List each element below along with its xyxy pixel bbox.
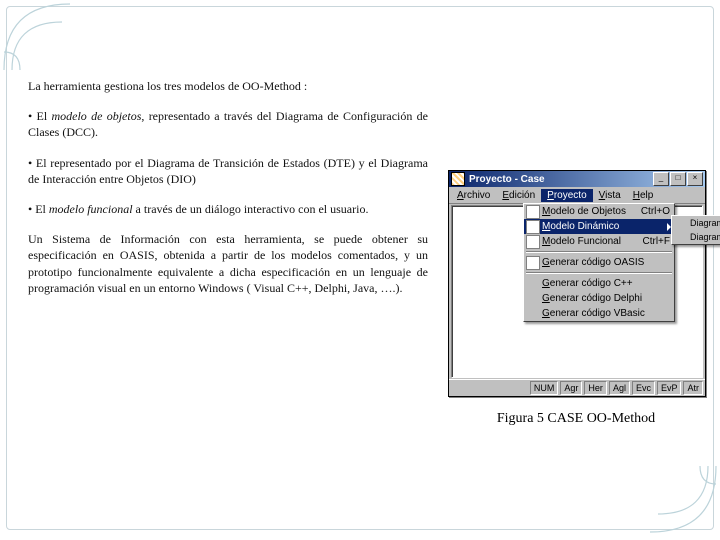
figure: Proyecto - Case _ □ × ArchivoEdiciónProy… [448,170,704,427]
app-icon [451,172,465,186]
menu-item[interactable]: Generar código C++ [524,276,674,291]
menu-proyecto[interactable]: Proyecto [541,189,592,202]
titlebar: Proyecto - Case _ □ × [449,171,705,187]
menubar: ArchivoEdiciónProyectoVistaHelp [449,187,705,204]
menu-separator [526,272,672,274]
app-window: Proyecto - Case _ □ × ArchivoEdiciónProy… [448,170,706,397]
submenu: Diagrama Transición EstadosCtrl+EDiagram… [671,215,720,245]
close-button[interactable]: × [687,172,703,186]
status-pane: EvP [657,381,682,395]
menu-item[interactable]: Modelo Dinámico [524,219,674,234]
status-pane: Agl [609,381,630,395]
menu-edición[interactable]: Edición [496,189,541,202]
corner-ornament-bottom-right [648,464,718,534]
status-pane: Atr [683,381,703,395]
paragraph-4: Un Sistema de Información con esta herra… [28,231,428,296]
bullet-3: El modelo funcional a través de un diálo… [28,201,428,217]
menu-archivo[interactable]: Archivo [451,189,496,202]
bullet-1: El modelo de objetos, representado a tra… [28,108,428,140]
menu-dropdown: Modelo de ObjetosCtrl+OModelo DinámicoMo… [523,203,675,322]
minimize-button[interactable]: _ [653,172,669,186]
submenu-item[interactable]: Diagrama de InteracciónCtrl+I [672,230,720,244]
figure-caption: Figura 5 CASE OO-Method [448,411,704,427]
bullet-2: El representado por el Diagrama de Trans… [28,155,428,187]
menu-item-icon [526,235,540,249]
menu-item[interactable]: Generar código Delphi [524,291,674,306]
status-pane: NUM [530,381,559,395]
menu-item[interactable]: Generar código OASIS [524,255,674,270]
status-pane: Evc [632,381,655,395]
maximize-button[interactable]: □ [670,172,686,186]
menu-separator [526,251,672,253]
status-pane: Her [584,381,607,395]
statusbar: NUMAgrHerAglEvcEvPAtr [449,379,705,396]
menu-item[interactable]: Generar código VBasic [524,306,674,321]
window-title: Proyecto - Case [469,174,653,185]
submenu-item[interactable]: Diagrama Transición EstadosCtrl+E [672,216,720,230]
body-text: La herramienta gestiona los tres modelos… [28,78,428,310]
corner-ornament-top-left [2,2,72,72]
intro-paragraph: La herramienta gestiona los tres modelos… [28,78,428,94]
menu-vista[interactable]: Vista [593,189,627,202]
menu-item[interactable]: Modelo FuncionalCtrl+F [524,234,674,249]
window-controls: _ □ × [653,172,703,186]
menu-item-icon [526,256,540,270]
status-pane: Agr [560,381,582,395]
menu-help[interactable]: Help [627,189,660,202]
menu-item-icon [526,205,540,219]
menu-item[interactable]: Modelo de ObjetosCtrl+O [524,204,674,219]
menu-item-icon [526,220,540,234]
